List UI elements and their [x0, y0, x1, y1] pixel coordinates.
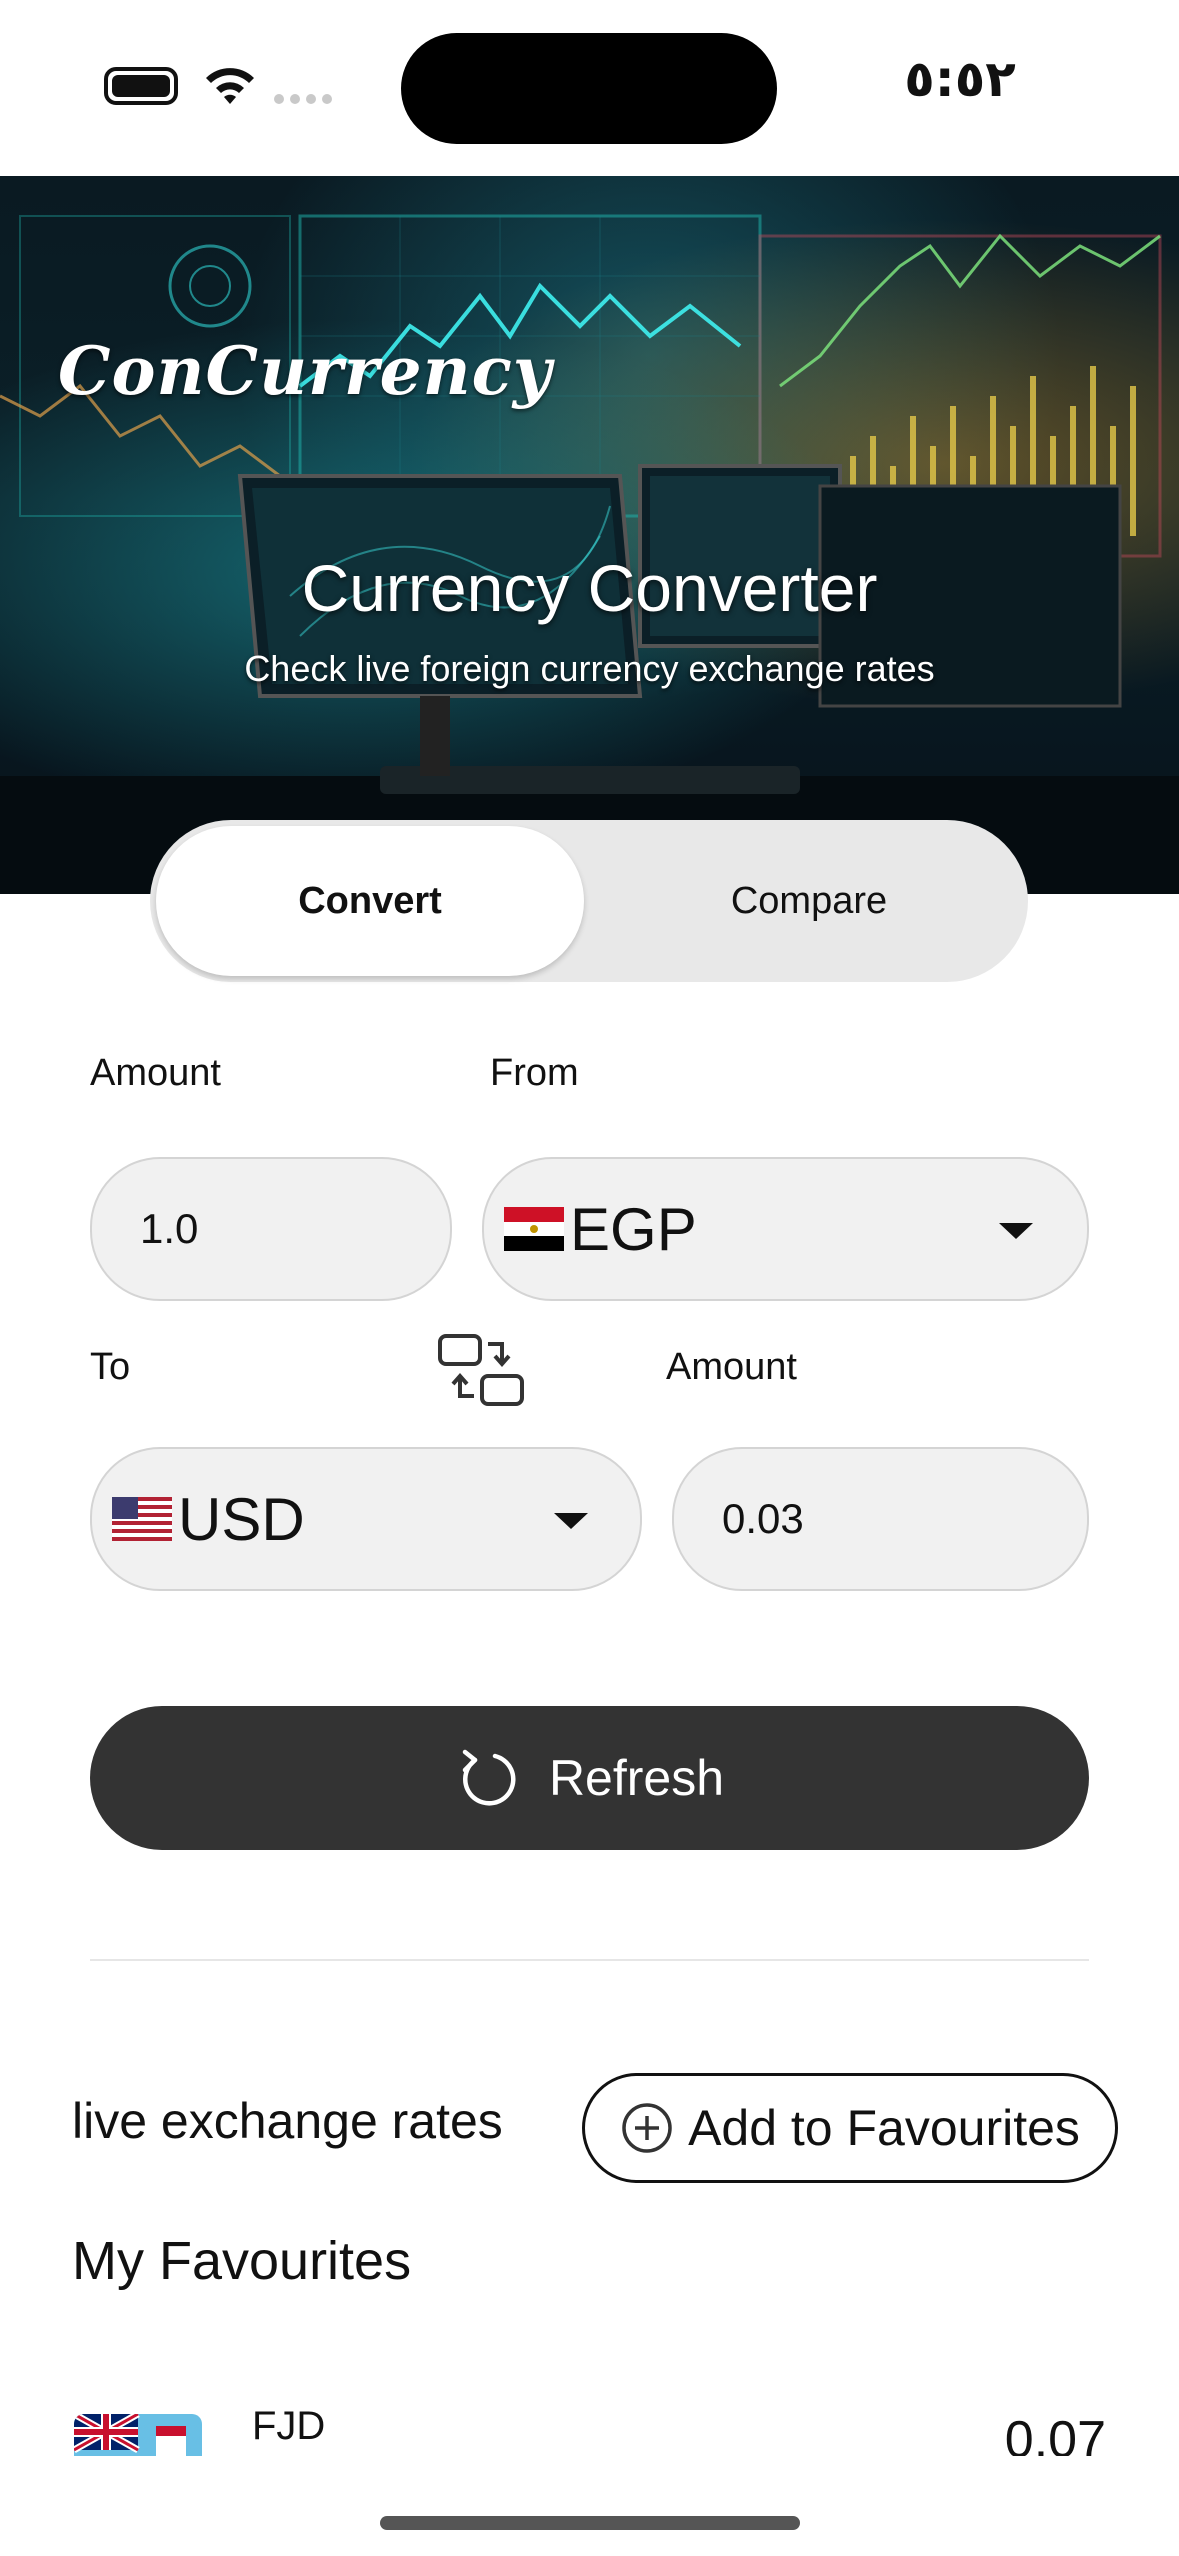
plus-circle-icon [622, 2103, 672, 2153]
swap-currencies-icon[interactable] [436, 1330, 526, 1410]
amount-label: Amount [90, 1052, 221, 1094]
fiji-flag-icon [74, 2414, 202, 2456]
result-amount-field[interactable]: 0.03 [672, 1447, 1089, 1591]
status-time: ٥:٥٢ [904, 50, 1016, 108]
chevron-down-icon [554, 1513, 588, 1529]
page-title: Currency Converter [301, 551, 878, 625]
divider [90, 1959, 1089, 1961]
page-subtitle: Check live foreign currency exchange rat… [244, 648, 935, 689]
status-bar: ٥:٥٢ [0, 0, 1179, 176]
result-amount-label: Amount [666, 1346, 797, 1388]
refresh-button[interactable]: Refresh [90, 1706, 1089, 1850]
hero-banner: ConCurrency Currency Converter Check liv… [0, 176, 1179, 894]
favourite-currency-rate: 0.07 [1004, 2411, 1106, 2456]
wifi-icon [206, 68, 254, 104]
result-amount-value: 0.03 [722, 1495, 804, 1542]
add-to-favourites-label: Add to Favourites [688, 2100, 1080, 2156]
favourite-currency-code: FJD [252, 2404, 326, 2448]
live-rates-label: live exchange rates [72, 2093, 503, 2149]
refresh-button-label: Refresh [548, 1750, 725, 1806]
amount-input[interactable]: 1.0 [90, 1157, 452, 1301]
list-item[interactable]: FJD 0.07 [0, 2400, 1179, 2456]
refresh-icon [462, 1749, 516, 1806]
add-to-favourites-button[interactable]: Add to Favourites [582, 2073, 1118, 2183]
chevron-down-icon [999, 1223, 1033, 1239]
favourites-title: My Favourites [72, 2231, 412, 2291]
home-indicator[interactable] [380, 2516, 800, 2530]
egypt-flag-icon [504, 1207, 564, 1251]
from-currency-select[interactable]: EGP [482, 1157, 1089, 1301]
to-currency-select[interactable]: USD [90, 1447, 642, 1591]
usa-flag-icon [112, 1497, 172, 1541]
to-label: To [90, 1346, 131, 1388]
hero-background-image [0, 214, 1179, 894]
tab-compare[interactable]: Compare [590, 820, 1028, 982]
battery-icon [104, 67, 178, 105]
tab-convert[interactable]: Convert [156, 826, 584, 976]
brand-logo: ConCurrency [58, 332, 553, 410]
dynamic-island [401, 33, 777, 144]
to-currency-code: USD [178, 1485, 305, 1553]
from-currency-code: EGP [570, 1195, 697, 1263]
mode-tabs: Convert Compare [150, 820, 1028, 982]
cellular-signal-icon [274, 94, 332, 104]
from-label: From [490, 1052, 579, 1094]
amount-input-value: 1.0 [140, 1205, 199, 1252]
